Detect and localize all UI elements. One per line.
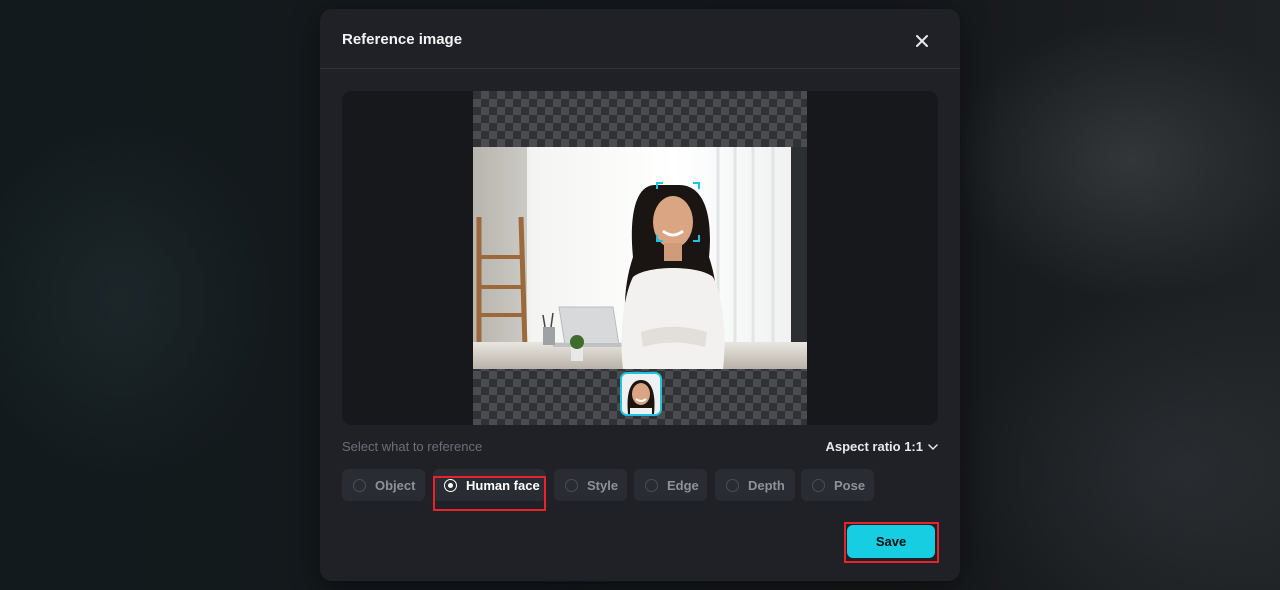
option-label: Pose xyxy=(834,477,866,493)
option-label: Edge xyxy=(667,477,699,493)
face-thumbnail[interactable] xyxy=(620,372,662,416)
reference-photo xyxy=(473,147,807,369)
radio-icon xyxy=(726,478,739,492)
image-preview xyxy=(342,91,938,425)
save-button[interactable]: Save xyxy=(847,525,935,558)
chevron-down-icon xyxy=(928,443,938,450)
option-label: Object xyxy=(375,477,416,493)
radio-icon xyxy=(565,478,578,492)
select-reference-label: Select what to reference xyxy=(342,439,483,454)
aspect-ratio-label: Aspect ratio 1:1 xyxy=(825,439,923,454)
option-label: Style xyxy=(587,477,619,493)
option-object[interactable]: Object xyxy=(342,469,425,501)
option-depth[interactable]: Depth xyxy=(715,469,795,501)
option-pose[interactable]: Pose xyxy=(801,469,874,501)
radio-selected-icon xyxy=(444,478,457,492)
option-label: Depth xyxy=(748,477,785,493)
aspect-ratio-dropdown[interactable]: Aspect ratio 1:1 xyxy=(825,439,938,454)
option-edge[interactable]: Edge xyxy=(634,469,707,501)
radio-icon xyxy=(645,478,658,492)
option-style[interactable]: Style xyxy=(554,469,627,501)
dialog-header: Reference image xyxy=(320,9,960,69)
option-human-face[interactable]: Human face xyxy=(433,469,546,501)
option-label: Human face xyxy=(466,477,540,493)
close-icon xyxy=(916,35,928,47)
dialog-title: Reference image xyxy=(342,31,463,48)
radio-icon xyxy=(812,478,825,492)
radio-icon xyxy=(353,478,366,492)
close-button[interactable] xyxy=(911,30,933,52)
